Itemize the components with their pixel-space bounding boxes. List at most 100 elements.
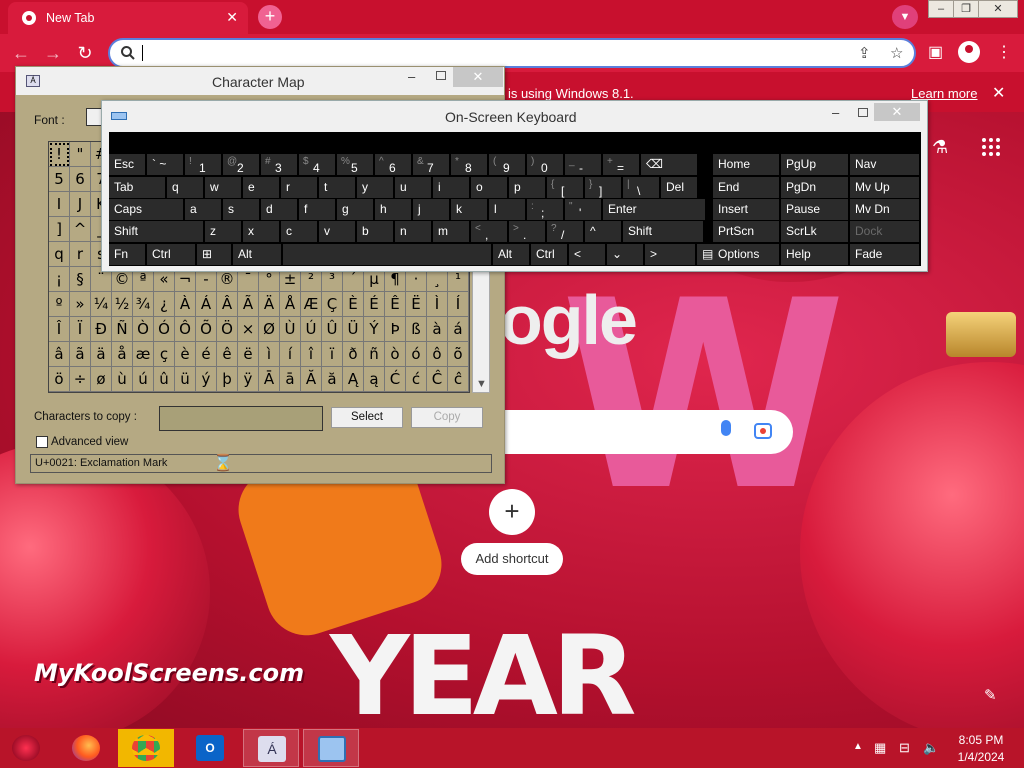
characters-to-copy-field[interactable]	[159, 406, 323, 431]
character-cell[interactable]: Ý	[364, 317, 385, 342]
osk-close-button[interactable]: ✕	[874, 103, 920, 121]
osk-minimize-button[interactable]: –	[832, 105, 839, 120]
character-cell[interactable]: ì	[259, 342, 280, 367]
osk-key[interactable]: $4	[299, 154, 335, 175]
minimize-window-button[interactable]: –	[928, 0, 954, 18]
clock-date[interactable]: 1/4/2024	[956, 750, 1006, 764]
character-cell[interactable]: Ú	[301, 317, 322, 342]
character-cell[interactable]: ÷	[70, 367, 91, 392]
character-cell[interactable]: q	[49, 242, 70, 267]
start-button[interactable]	[2, 729, 52, 767]
osk-key[interactable]: n	[395, 221, 431, 242]
character-cell[interactable]: ç	[154, 342, 175, 367]
osk-key[interactable]: % 5	[337, 154, 373, 175]
character-cell[interactable]: ć	[406, 367, 427, 392]
osk-key[interactable]	[283, 244, 491, 265]
character-cell[interactable]: Ą	[343, 367, 364, 392]
action-center-icon[interactable]: ▦	[874, 740, 886, 756]
osk-nav-key[interactable]: Help	[781, 244, 848, 265]
osk-key[interactable]: z	[205, 221, 241, 242]
osk-key[interactable]: w	[205, 177, 241, 198]
character-cell[interactable]: Õ	[196, 317, 217, 342]
restore-window-button[interactable]: ❐	[953, 0, 979, 18]
character-cell[interactable]: Ò	[133, 317, 154, 342]
taskbar-charmap[interactable]: Á	[243, 729, 299, 767]
address-bar[interactable]: ⇪ ☆	[108, 38, 916, 68]
osk-key[interactable]: Alt	[233, 244, 281, 265]
character-cell[interactable]: ø	[91, 367, 112, 392]
character-cell[interactable]: ü	[175, 367, 196, 392]
osk-key[interactable]: >	[645, 244, 695, 265]
back-icon[interactable]: ←	[10, 42, 32, 64]
character-cell[interactable]: â	[49, 342, 70, 367]
character-cell[interactable]: ā	[280, 367, 301, 392]
osk-key[interactable]: ^ 6	[375, 154, 411, 175]
character-cell[interactable]: ¼	[91, 292, 112, 317]
add-shortcut-button[interactable]: +	[489, 489, 535, 535]
character-cell[interactable]: ý	[196, 367, 217, 392]
osk-key[interactable]: #3	[261, 154, 297, 175]
character-cell[interactable]: ð	[343, 342, 364, 367]
character-cell[interactable]: ¿	[154, 292, 175, 317]
taskbar-chrome[interactable]	[118, 729, 174, 767]
character-cell[interactable]: ù	[112, 367, 133, 392]
osk-key[interactable]: l	[489, 199, 525, 220]
osk-key[interactable]: Caps	[109, 199, 183, 220]
osk-nav-key[interactable]: PgDn	[781, 177, 848, 198]
osk-key[interactable]: @2	[223, 154, 259, 175]
osk-key[interactable]: i	[433, 177, 469, 198]
bookmark-star-icon[interactable]: ☆	[890, 44, 903, 62]
character-cell[interactable]: Ð	[91, 317, 112, 342]
osk-key[interactable]: ! 1	[185, 154, 221, 175]
osk-key[interactable]: g	[337, 199, 373, 220]
customize-pencil-icon[interactable]: ✎	[984, 686, 997, 704]
osk-key[interactable]: >.	[509, 221, 545, 242]
charmap-titlebar[interactable]: Á Character Map – ✕	[16, 67, 504, 95]
osk-key[interactable]: ) 0	[527, 154, 563, 175]
close-window-button[interactable]: ✕	[978, 0, 1018, 18]
character-cell[interactable]: ß	[406, 317, 427, 342]
character-cell[interactable]: ö	[49, 367, 70, 392]
character-cell[interactable]: ï	[322, 342, 343, 367]
side-panel-icon[interactable]: ▣	[928, 42, 943, 62]
character-cell[interactable]: r	[70, 242, 91, 267]
osk-nav-key[interactable]: Insert	[713, 199, 779, 220]
character-cell[interactable]: ú	[133, 367, 154, 392]
character-cell[interactable]: ë	[238, 342, 259, 367]
voice-search-icon[interactable]	[721, 420, 731, 436]
character-cell[interactable]: »	[70, 292, 91, 317]
share-icon[interactable]: ⇪	[858, 44, 871, 62]
osk-key[interactable]: f	[299, 199, 335, 220]
character-cell[interactable]: Ä	[259, 292, 280, 317]
character-cell[interactable]: ½	[112, 292, 133, 317]
character-cell[interactable]: ă	[322, 367, 343, 392]
osk-key[interactable]: ^	[585, 221, 621, 242]
character-cell[interactable]: Ê	[385, 292, 406, 317]
osk-nav-key[interactable]: Nav	[850, 154, 919, 175]
osk-nav-key[interactable]: Mv Up	[850, 177, 919, 198]
character-cell[interactable]: í	[280, 342, 301, 367]
osk-maximize-button[interactable]	[858, 108, 868, 117]
character-cell[interactable]: õ	[448, 342, 469, 367]
character-cell[interactable]: 5	[49, 167, 70, 192]
osk-nav-key[interactable]: Dock	[850, 221, 919, 242]
osk-key[interactable]: ⊞	[197, 244, 231, 265]
character-cell[interactable]: Æ	[301, 292, 322, 317]
labs-flask-icon[interactable]: ⚗	[932, 137, 948, 158]
new-tab-button[interactable]: +	[258, 5, 282, 29]
tab-new-tab[interactable]: New Tab ✕	[8, 2, 248, 34]
taskbar-osk[interactable]	[303, 729, 359, 767]
character-cell[interactable]: û	[154, 367, 175, 392]
volume-muted-icon[interactable]: 🔈	[923, 740, 939, 756]
tab-close-icon[interactable]: ✕	[226, 9, 238, 26]
osk-key[interactable]: ` ~	[147, 154, 183, 175]
character-cell[interactable]: Ï	[70, 317, 91, 342]
character-cell[interactable]: !	[49, 142, 70, 167]
charmap-close-button[interactable]: ✕	[453, 67, 503, 87]
osk-nav-key[interactable]: Home	[713, 154, 779, 175]
osk-key[interactable]: u	[395, 177, 431, 198]
character-cell[interactable]: Ã	[238, 292, 259, 317]
character-cell[interactable]: J	[70, 192, 91, 217]
select-button[interactable]: Select	[331, 407, 403, 428]
google-apps-icon[interactable]	[982, 138, 1000, 156]
